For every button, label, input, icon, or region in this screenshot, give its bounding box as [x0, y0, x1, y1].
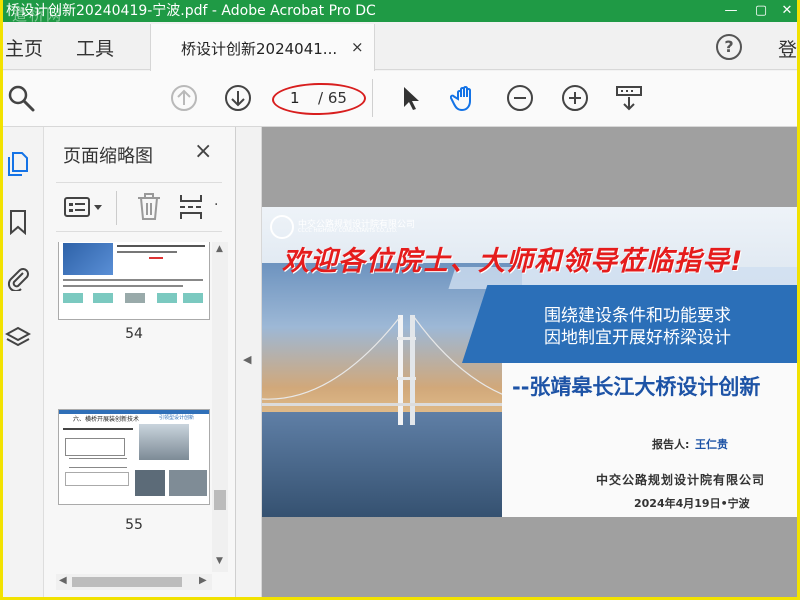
toolbar-divider: [372, 79, 373, 117]
slide-band-line-2: 因地制宜开展好桥梁设计: [544, 328, 731, 348]
layers-icon[interactable]: [5, 325, 31, 351]
top-nav-bar: 主页 工具 桥设计创新2024041... × ? 登: [0, 22, 800, 71]
panel-toolbar: ·: [56, 182, 222, 232]
slide-org-en: CCCC HIGHWAY CONSULTANTS CO.,LTD.: [298, 228, 398, 234]
scrollbar-thumb[interactable]: [214, 490, 226, 510]
panel-close-button[interactable]: ×: [194, 139, 212, 164]
watermark: 道桥网: [12, 6, 64, 22]
thumbnail-page-54[interactable]: [58, 242, 210, 320]
delete-page-icon[interactable]: [136, 193, 162, 221]
thumbnail-list: 54 六、横桥开展装创新技术 引领型设计创新 55: [56, 242, 212, 572]
slide-reporter-label: 报告人:: [652, 438, 690, 451]
bookmark-icon[interactable]: [5, 209, 31, 235]
thumbnail-options-icon[interactable]: [64, 196, 106, 220]
tools-tab[interactable]: 工具: [76, 34, 114, 61]
thumbnail-subheading: 引领型设计创新: [159, 415, 195, 421]
red-annotation-ellipse: [271, 82, 367, 116]
title-bar: 桥设计创新20240419-宁波.pdf - Adobe Acrobat Pro…: [0, 0, 800, 22]
document-tab-close-button[interactable]: ×: [351, 38, 364, 56]
main-toolbar: 1 / 65: [0, 71, 800, 127]
home-tab[interactable]: 主页: [5, 34, 43, 61]
search-icon[interactable]: [6, 83, 36, 113]
hand-tool-icon[interactable]: [450, 83, 480, 113]
panel-collapse-strip[interactable]: ◀: [236, 127, 262, 600]
slide-subtitle: --张靖皋长江大桥设计创新: [512, 375, 761, 399]
insert-page-icon[interactable]: [178, 193, 206, 221]
panel-title: 页面缩略图: [63, 146, 153, 167]
next-page-icon[interactable]: [223, 83, 253, 113]
more-tools-dots[interactable]: ·: [214, 197, 218, 213]
zoom-in-icon[interactable]: [560, 83, 590, 113]
thumbnail-page-55[interactable]: 六、横桥开展装创新技术 引领型设计创新: [58, 409, 210, 505]
document-tab-label: 桥设计创新2024041...: [181, 40, 338, 58]
document-tab[interactable]: 桥设计创新2024041... ×: [150, 24, 375, 71]
thumbnail-vertical-scrollbar[interactable]: ▲ ▼: [212, 242, 228, 572]
scrollbar-thumb[interactable]: [72, 577, 182, 587]
scroll-mode-icon[interactable]: [614, 83, 644, 113]
thumbnail-page-number: 54: [125, 326, 143, 342]
page-thumbnails-icon[interactable]: [5, 150, 31, 176]
prev-page-icon[interactable]: [169, 83, 199, 113]
panel-toolbar-divider: [116, 191, 117, 225]
collapse-panel-icon[interactable]: ◀: [243, 353, 251, 366]
slide-company: 中交公路规划设计院有限公司: [596, 473, 766, 487]
slide-reporter-name: 王仁贵: [695, 438, 728, 451]
pdf-page-slide: 中交公路规划设计院有限公司 CCCC HIGHWAY CONSULTANTS C…: [262, 207, 800, 517]
page-thumbnails-panel: 页面缩略图 × · 54 六、横桥开展装创新技术 引领型设计创新 55 ▲ ▼ …: [44, 127, 236, 600]
attachment-icon[interactable]: [5, 265, 31, 291]
minimize-button[interactable]: —: [716, 0, 746, 22]
zoom-out-icon[interactable]: [505, 83, 535, 113]
login-button[interactable]: 登: [778, 35, 797, 62]
close-window-button[interactable]: ✕: [772, 0, 800, 22]
help-icon[interactable]: ?: [716, 34, 742, 60]
select-pointer-icon[interactable]: [396, 83, 426, 113]
company-logo-icon: [270, 215, 294, 239]
slide-headline: 欢迎各位院士、大师和领导莅临指导!: [282, 246, 744, 277]
thumbnail-heading: 六、横桥开展装创新技术: [73, 416, 140, 423]
document-view[interactable]: 中交公路规划设计院有限公司 CCCC HIGHWAY CONSULTANTS C…: [262, 127, 800, 600]
left-navigation-rail: [0, 127, 44, 600]
thumbnail-page-number: 55: [125, 517, 143, 533]
slide-date: 2024年4月19日•宁波: [634, 497, 750, 510]
thumbnail-horizontal-scrollbar[interactable]: ◀ ▶: [56, 574, 212, 590]
